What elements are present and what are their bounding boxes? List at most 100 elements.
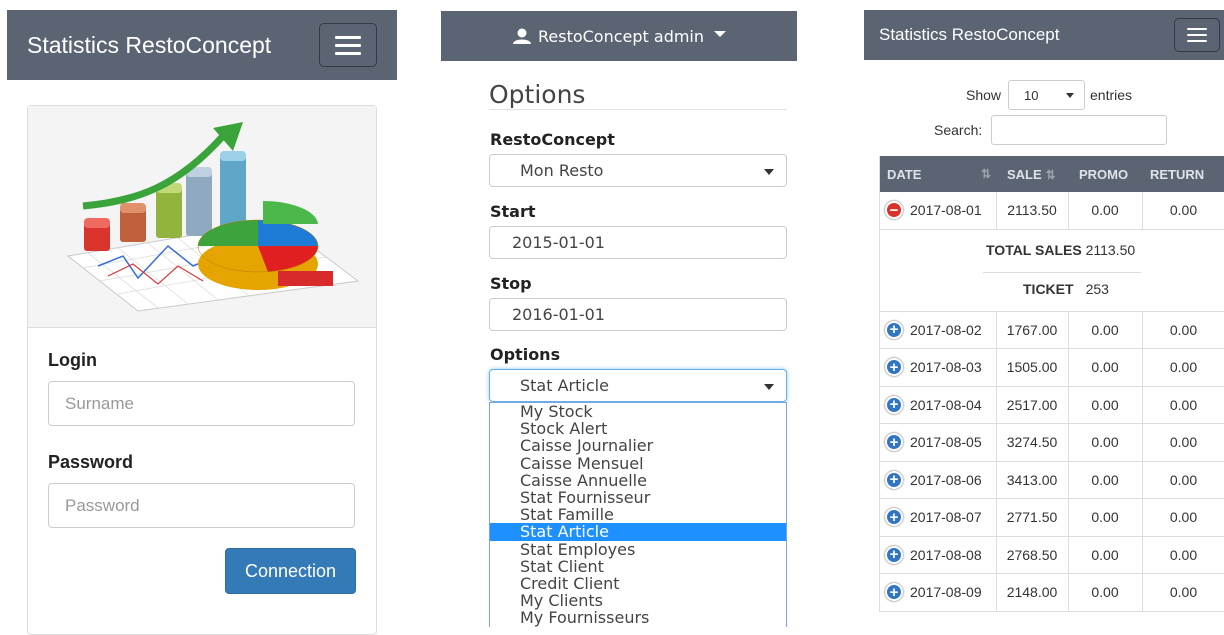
return-cell: 0.00 — [1169, 584, 1198, 601]
column-header-date[interactable]: DATE — [887, 167, 921, 182]
chevron-down-icon[interactable] — [714, 31, 727, 37]
table-row[interactable]: +2017-08-03 1505.00 0.00 0.00 — [880, 349, 1224, 387]
dropdown-option[interactable]: Stat Employes — [490, 540, 786, 557]
options-select[interactable]: Stat Article — [489, 369, 787, 402]
password-input[interactable]: Password — [48, 483, 355, 528]
navbar-brand[interactable]: Statistics RestoConcept — [27, 32, 271, 59]
start-date-input[interactable]: 2015-01-01 — [489, 226, 787, 259]
dropdown-option[interactable]: My Fournisseurs — [490, 609, 786, 626]
search-input[interactable] — [991, 115, 1167, 145]
promo-cell: 0.00 — [1091, 321, 1119, 338]
table-row[interactable]: +2017-08-09 2148.00 0.00 0.00 — [880, 574, 1224, 612]
date-cell: 2017-08-03 — [910, 359, 982, 376]
entries-select[interactable]: 10 — [1008, 80, 1085, 110]
expand-row-icon[interactable]: + — [885, 395, 903, 414]
sale-cell: 2768.50 — [1006, 546, 1058, 563]
sort-icon[interactable]: ⇅ — [977, 166, 991, 181]
expand-row-icon[interactable]: + — [885, 470, 903, 489]
show-label: Show — [966, 87, 1002, 103]
total-sales-label: TOTAL SALES — [986, 241, 1082, 258]
options-label: Options — [490, 345, 561, 364]
expand-row-icon[interactable]: + — [885, 320, 903, 339]
date-cell: 2017-08-07 — [910, 509, 982, 526]
dropdown-option[interactable]: Caisse Mensuel — [490, 454, 786, 471]
dropdown-option[interactable]: Stat Famille — [490, 506, 786, 523]
restaurant-select[interactable]: Mon Resto — [489, 154, 787, 187]
table-header: DATE ⇅ SALE ⇅ PROMO RETURN — [880, 156, 1224, 192]
table-row[interactable]: +2017-08-04 2517.00 0.00 0.00 — [880, 386, 1224, 424]
dropdown-option[interactable]: Stat Article — [490, 523, 786, 541]
table-row[interactable]: +2017-08-05 3274.50 0.00 0.00 — [880, 424, 1224, 462]
hamburger-menu-icon[interactable] — [1174, 18, 1220, 52]
entries-select-value: 10 — [1024, 87, 1039, 103]
collapse-row-icon[interactable]: − — [885, 201, 903, 220]
hamburger-menu-icon[interactable] — [319, 23, 377, 67]
expand-row-icon[interactable]: + — [885, 545, 903, 564]
table-row[interactable]: +2017-08-08 2768.50 0.00 0.00 — [880, 536, 1224, 574]
dropdown-option[interactable]: Caisse Journalier — [490, 437, 786, 454]
page-title: Options — [489, 80, 586, 109]
column-header-sale[interactable]: SALE ⇅ — [1007, 167, 1056, 182]
table-body: −2017-08-01 2113.50 0.00 0.00 TOTAL SALES 21… — [880, 192, 1224, 612]
stop-label: Stop — [490, 274, 532, 293]
expand-row-icon[interactable]: + — [885, 358, 903, 377]
dropdown-caret-icon — [764, 169, 774, 175]
navbar-brand[interactable]: Statistics RestoConcept — [879, 25, 1059, 45]
statistics-panel: Statistics RestoConcept Show 10 entries … — [864, 0, 1224, 627]
promo-cell: 0.00 — [1091, 434, 1119, 451]
restaurant-select-value: Mon Resto — [520, 161, 604, 180]
promo-cell: 0.00 — [1091, 584, 1119, 601]
dropdown-option[interactable]: Credit Client — [490, 575, 786, 592]
sale-cell: 3413.00 — [1006, 471, 1058, 488]
return-cell: 0.00 — [1169, 546, 1198, 563]
return-cell: 0.00 — [1169, 202, 1198, 219]
options-navbar[interactable]: RestoConcept admin — [441, 11, 797, 61]
table-row[interactable]: +2017-08-06 3413.00 0.00 0.00 — [880, 461, 1224, 499]
expand-row-icon[interactable]: + — [885, 583, 903, 602]
stats-navbar: Statistics RestoConcept — [864, 10, 1224, 60]
column-header-return[interactable]: RETURN — [1150, 167, 1204, 182]
dropdown-option[interactable]: Stat Client — [490, 557, 786, 574]
dropdown-option[interactable]: Stat Fournisseur — [490, 489, 786, 506]
title-divider — [489, 109, 787, 110]
expand-row-icon[interactable]: + — [885, 508, 903, 527]
dropdown-option[interactable]: Caisse Annuelle — [490, 472, 786, 489]
statistics-table: DATE ⇅ SALE ⇅ PROMO RETURN −2017-08-01 211… — [879, 156, 1224, 612]
dropdown-option[interactable]: Stock Alert — [490, 420, 786, 437]
row-detail: TOTAL SALES 2113.50 TICKET 253 — [880, 230, 1224, 312]
column-header-promo[interactable]: PROMO — [1079, 167, 1128, 182]
options-dropdown-list[interactable]: My Stock Stock Alert Caisse Journalier Cais… — [489, 402, 787, 627]
date-cell: 2017-08-05 — [910, 434, 982, 451]
login-form: Login Surname Password Password Connecti… — [28, 328, 376, 616]
connection-button[interactable]: Connection — [225, 548, 356, 594]
ticket-value: 253 — [1085, 280, 1109, 297]
table-row[interactable]: +2017-08-07 2771.50 0.00 0.00 — [880, 499, 1224, 537]
promo-cell: 0.00 — [1091, 202, 1119, 219]
date-cell: 2017-08-02 — [910, 321, 982, 338]
date-cell: 2017-08-06 — [910, 471, 982, 488]
table-row[interactable]: +2017-08-02 1767.00 0.00 0.00 — [880, 311, 1224, 349]
dropdown-option[interactable]: My Clients — [490, 592, 786, 609]
password-label: Password — [48, 452, 134, 472]
return-cell: 0.00 — [1169, 321, 1198, 338]
user-menu-label[interactable]: RestoConcept admin — [538, 27, 704, 46]
return-cell: 0.00 — [1169, 509, 1198, 526]
ticket-label: TICKET — [1023, 280, 1074, 297]
login-card: Login Surname Password Password Connecti… — [27, 105, 377, 635]
stop-date-input[interactable]: 2016-01-01 — [489, 298, 787, 331]
restoconcept-label: RestoConcept — [490, 130, 615, 149]
expand-row-icon[interactable]: + — [885, 433, 903, 452]
surname-input[interactable]: Surname — [48, 381, 355, 426]
date-cell: 2017-08-04 — [910, 396, 982, 413]
login-navbar: Statistics RestoConcept — [7, 10, 397, 80]
sort-icon: ⇅ — [1045, 168, 1056, 182]
detail-divider — [983, 271, 1141, 273]
promo-cell: 0.00 — [1091, 509, 1119, 526]
options-select-value: Stat Article — [520, 376, 609, 395]
dropdown-option[interactable]: My Stock — [490, 403, 786, 420]
date-cell: 2017-08-09 — [910, 584, 982, 601]
table-row[interactable]: −2017-08-01 2113.50 0.00 0.00 — [880, 192, 1224, 230]
promo-cell: 0.00 — [1091, 546, 1119, 563]
sale-cell: 2517.00 — [1006, 396, 1058, 413]
sale-cell: 1505.00 — [1006, 359, 1058, 376]
